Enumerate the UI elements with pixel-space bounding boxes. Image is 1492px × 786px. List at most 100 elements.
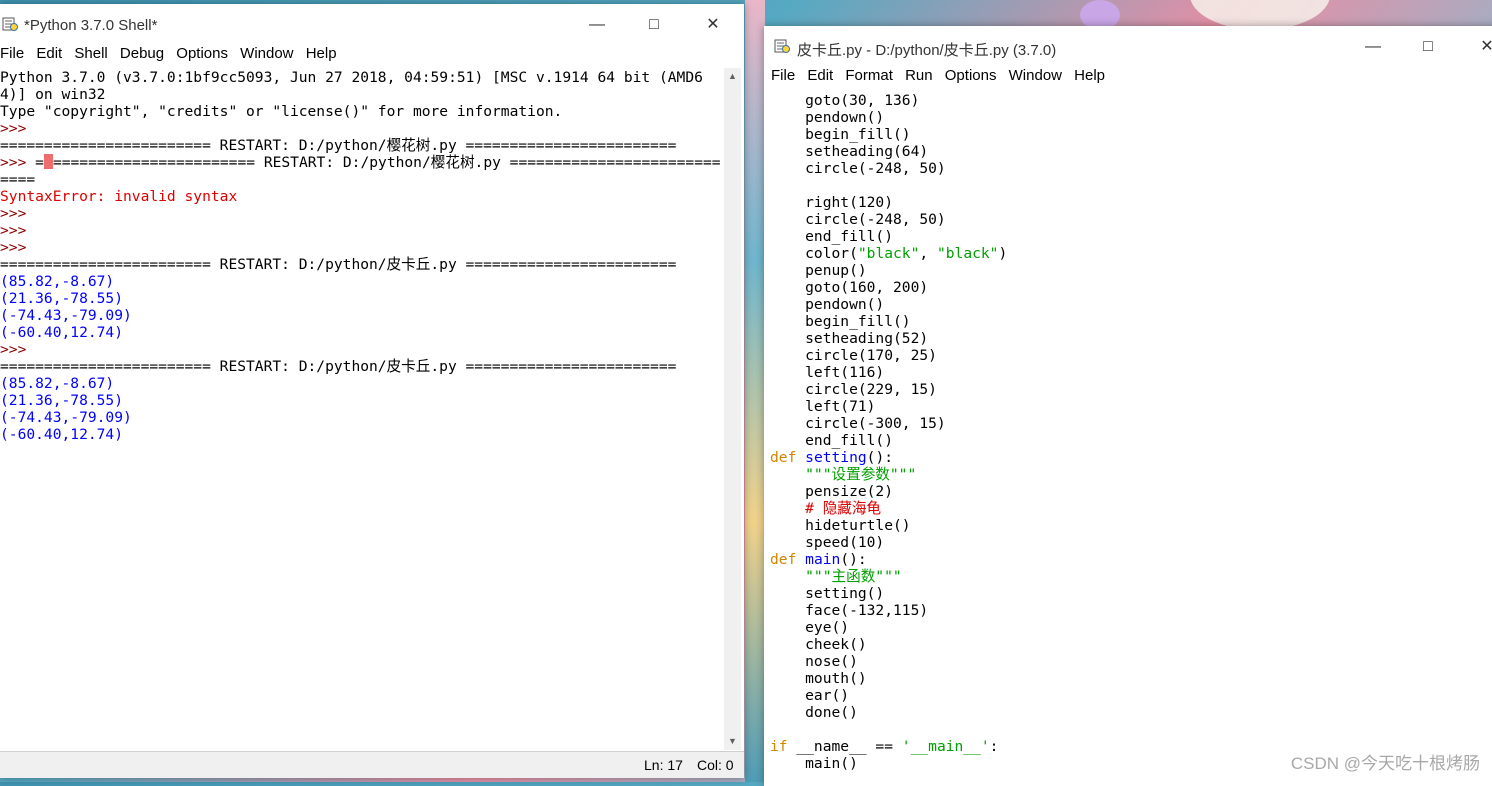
python-shell-window: *Python 3.7.0 Shell* — □ ✕ File Edit She… xyxy=(0,4,744,778)
menu-help[interactable]: Help xyxy=(1070,65,1109,87)
code-token: end_fill() xyxy=(770,432,894,449)
code-line: end_fill() xyxy=(770,432,1490,449)
code-line: color("black", "black") xyxy=(770,245,1490,262)
code-token: >>> xyxy=(0,154,36,171)
menu-format[interactable]: Format xyxy=(841,65,897,87)
shell-line: (-74.43,-79.09) xyxy=(0,307,722,324)
menu-window[interactable]: Window xyxy=(1005,65,1066,87)
code-line: cheek() xyxy=(770,636,1490,653)
maximize-button[interactable]: □ xyxy=(631,10,677,40)
shell-line: SyntaxError: invalid syntax xyxy=(0,188,722,205)
status-line-number: Ln: 17 xyxy=(644,757,683,773)
editor-code-area[interactable]: goto(30, 136) pendown() begin_fill() set… xyxy=(770,92,1490,782)
code-token: circle(-300, 15) xyxy=(770,415,946,432)
editor-window-title: 皮卡丘.py - D:/python/皮卡丘.py (3.7.0) xyxy=(797,42,1057,59)
code-line: setheading(52) xyxy=(770,330,1490,347)
code-token: = xyxy=(35,154,44,171)
scroll-down-arrow-icon[interactable]: ▼ xyxy=(724,733,741,750)
maximize-icon: □ xyxy=(649,16,659,33)
editor-menubar: File Edit Format Run Options Window Help xyxy=(767,65,1492,87)
shell-titlebar[interactable]: *Python 3.7.0 Shell* — □ ✕ xyxy=(0,4,744,44)
code-token: begin_fill() xyxy=(770,126,911,143)
shell-line: Python 3.7.0 (v3.7.0:1bf9cc5093, Jun 27 … xyxy=(0,69,722,86)
menu-options[interactable]: Options xyxy=(941,65,1001,87)
code-token: right(120) xyxy=(770,194,894,211)
code-token: pendown() xyxy=(770,109,885,126)
code-token: circle(-248, 50) xyxy=(770,211,946,228)
menu-file[interactable]: File xyxy=(0,43,28,65)
code-line: goto(160, 200) xyxy=(770,279,1490,296)
code-token: setting() xyxy=(770,585,885,602)
code-token: setheading(52) xyxy=(770,330,929,347)
maximize-icon: □ xyxy=(1423,38,1433,55)
menu-file[interactable]: File xyxy=(767,65,799,87)
code-token: """设置参数""" xyxy=(770,466,917,483)
code-token: circle(-248, 50) xyxy=(770,160,946,177)
code-line: pendown() xyxy=(770,296,1490,313)
shell-statusbar: Ln: 17 Col: 0 xyxy=(0,751,744,778)
scroll-up-arrow-icon[interactable]: ▲ xyxy=(724,68,741,85)
code-token: goto(160, 200) xyxy=(770,279,929,296)
menu-debug[interactable]: Debug xyxy=(116,43,168,65)
code-token: main xyxy=(805,551,841,568)
minimize-button[interactable]: — xyxy=(1350,32,1396,62)
code-token: (): xyxy=(840,551,867,568)
code-line: penup() xyxy=(770,262,1490,279)
code-token: ======================= RESTART: D:/pyth… xyxy=(52,154,721,171)
code-token: >>> xyxy=(0,120,36,137)
close-button[interactable]: ✕ xyxy=(690,10,736,40)
code-line: left(71) xyxy=(770,398,1490,415)
code-line: hideturtle() xyxy=(770,517,1490,534)
code-token: >>> xyxy=(0,222,36,239)
shell-line: (-74.43,-79.09) xyxy=(0,409,722,426)
code-token: (): xyxy=(866,449,894,466)
code-line: """设置参数""" xyxy=(770,466,1490,483)
menu-edit[interactable]: Edit xyxy=(803,65,837,87)
shell-line: >>> xyxy=(0,205,722,222)
menu-options[interactable]: Options xyxy=(172,43,232,65)
close-button[interactable]: ✕ xyxy=(1464,32,1492,62)
code-token: done() xyxy=(770,704,858,721)
menu-help[interactable]: Help xyxy=(302,43,341,65)
shell-line: >>> xyxy=(0,222,722,239)
code-line: speed(10) xyxy=(770,534,1490,551)
code-token: Python 3.7.0 (v3.7.0:1bf9cc5093, Jun 27 … xyxy=(0,69,703,86)
minimize-icon: — xyxy=(1365,38,1381,55)
minimize-button[interactable]: — xyxy=(574,10,620,40)
code-token: left(71) xyxy=(770,398,876,415)
shell-line: ======================== RESTART: D:/pyt… xyxy=(0,137,722,154)
code-token: "black" xyxy=(936,245,999,262)
code-token: pensize(2) xyxy=(770,483,894,500)
code-token: def xyxy=(770,449,806,466)
editor-titlebar[interactable]: 皮卡丘.py - D:/python/皮卡丘.py (3.7.0) — □ ✕ xyxy=(764,26,1492,66)
code-line: circle(-248, 50) xyxy=(770,160,1490,177)
code-line: begin_fill() xyxy=(770,313,1490,330)
code-line: nose() xyxy=(770,653,1490,670)
menu-edit[interactable]: Edit xyxy=(32,43,66,65)
csdn-watermark: CSDN @今天吃十根烤肠 xyxy=(1290,754,1480,773)
shell-vertical-scrollbar[interactable]: ▲ ▼ xyxy=(724,68,741,750)
code-token: (85.82,-8.67) xyxy=(0,375,115,392)
code-token: (21.36,-78.55) xyxy=(0,290,124,307)
code-line: pensize(2) xyxy=(770,483,1490,500)
shell-output-area[interactable]: Python 3.7.0 (v3.7.0:1bf9cc5093, Jun 27 … xyxy=(0,69,722,749)
close-icon: ✕ xyxy=(1480,38,1492,55)
shell-line: (-60.40,12.74) xyxy=(0,426,722,443)
code-line: mouth() xyxy=(770,670,1490,687)
menu-run[interactable]: Run xyxy=(901,65,937,87)
shell-line: Type "copyright", "credits" or "license(… xyxy=(0,103,722,120)
code-token: (-74.43,-79.09) xyxy=(0,409,132,426)
code-token: end_fill() xyxy=(770,228,894,245)
code-token: begin_fill() xyxy=(770,313,911,330)
desktop-wallpaper-shape xyxy=(745,0,765,782)
code-token: face(-132,115) xyxy=(770,602,929,619)
maximize-button[interactable]: □ xyxy=(1405,32,1451,62)
menu-window[interactable]: Window xyxy=(236,43,297,65)
shell-line: ======================== RESTART: D:/pyt… xyxy=(0,256,722,273)
code-line: circle(-248, 50) xyxy=(770,211,1490,228)
shell-menubar: File Edit Shell Debug Options Window Hel… xyxy=(0,43,744,65)
code-token: ======================== RESTART: D:/pyt… xyxy=(0,256,677,273)
menu-shell[interactable]: Shell xyxy=(70,43,111,65)
